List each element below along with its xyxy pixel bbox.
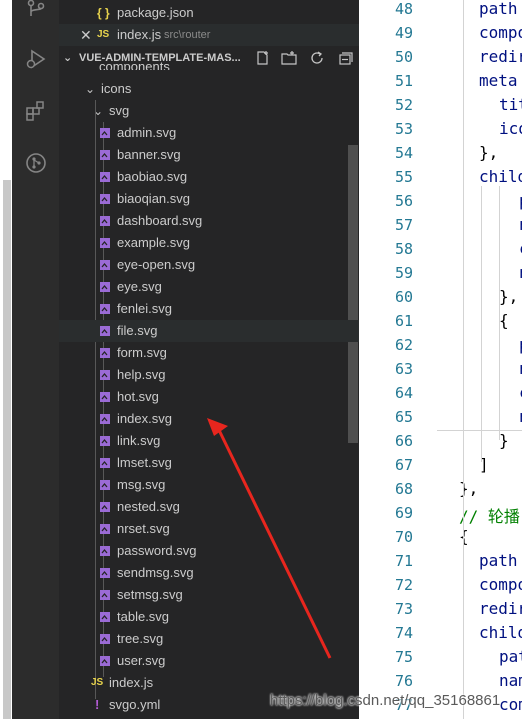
arrow-shaft [216,427,332,659]
annotation-arrow [207,418,332,659]
watermark-text: https://blog.csdn.net/qq_35168861 [270,692,501,709]
arrow-head [207,418,228,436]
